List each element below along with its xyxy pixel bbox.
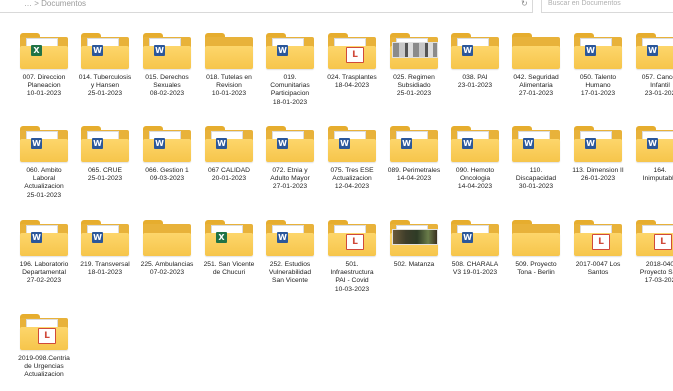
folder-icon: W — [81, 33, 129, 69]
folder-icon: W — [205, 126, 253, 162]
folder-icon: W — [512, 126, 560, 162]
word-file-icon: W — [647, 45, 658, 56]
folder-icon: W — [20, 126, 68, 162]
word-file-icon: W — [92, 138, 103, 149]
folder-label: 057. Cancer Infantil 23-01-202 — [641, 74, 673, 98]
folder-icon: L — [574, 220, 622, 256]
folder-label: 2019-098.Centria de Urgencias Actualizac… — [18, 355, 70, 379]
folder-label: 2018-040 Proyecto San 17-03-202 — [639, 261, 673, 285]
folder-label: 501. Infraestructura PAI - Covid 10-03-2… — [330, 261, 374, 293]
pdf-file-icon: L — [346, 47, 364, 63]
word-file-icon: W — [462, 232, 473, 243]
folder-icon: W — [81, 126, 129, 162]
folder-label: 060. Ambito Laboral Actualizacion 25-01-… — [24, 167, 64, 199]
folder-label: 508. CHARALA V3 19-01-2023 — [451, 261, 499, 277]
word-file-icon: W — [462, 138, 473, 149]
folder-icon: W — [143, 126, 191, 162]
folder-label: 065. CRUE 25-01-2023 — [87, 167, 123, 183]
folder-label: 075. Tres ESE Actualizacion 12-04-2023 — [330, 167, 374, 191]
pdf-file-icon: L — [654, 234, 672, 250]
word-file-icon: W — [31, 232, 42, 243]
word-file-icon: W — [154, 138, 165, 149]
folder-label: 219. Transversal 18-01-2023 — [80, 261, 130, 277]
folder-icon: W — [266, 33, 314, 69]
folder-label: 089. Perimetrales 14-04-2023 — [387, 167, 441, 183]
folder-icon: W — [143, 33, 191, 69]
word-file-icon: W — [339, 138, 350, 149]
folder-label: 019. Comunitarias Participacion 18-01-20… — [270, 74, 310, 106]
folder-label: 018. Tutelas en Revision 10-01-2023 — [206, 74, 252, 98]
folder-icon: W — [636, 33, 673, 69]
word-file-icon: W — [585, 138, 596, 149]
folder-icon: W — [266, 126, 314, 162]
folder-icon: W — [81, 220, 129, 256]
folder-icon: W — [328, 126, 376, 162]
excel-file-icon: X — [216, 232, 227, 243]
word-file-icon: W — [277, 138, 288, 149]
folder-icon: L — [636, 220, 673, 256]
pdf-file-icon: L — [346, 234, 364, 250]
excel-file-icon: X — [31, 45, 42, 56]
folder-icon — [512, 220, 560, 256]
folder-icon: W — [390, 126, 438, 162]
folder-icon: X — [205, 220, 253, 256]
folder-icon: W — [266, 220, 314, 256]
folder-label: 067 CALIDAD 20-01-2023 — [207, 167, 250, 183]
document-thumbnail-icon — [392, 42, 438, 58]
folder-icon: W — [451, 33, 499, 69]
folder-icon — [205, 33, 253, 69]
folder-label: 015. Derechos Sexuales 08-02-2023 — [145, 74, 189, 98]
folder-icon: L — [328, 220, 376, 256]
folder-icon: L — [20, 314, 68, 350]
pdf-file-icon: L — [38, 328, 56, 344]
folder-icon — [143, 220, 191, 256]
folder-label: 196. Laboratorio Departamental 27-02-202… — [19, 261, 69, 285]
folder-label: 024. Trasplantes 18-04-2023 — [327, 74, 377, 90]
folder-label: 025. Regimen Subsidiado 25-01-2023 — [393, 74, 435, 98]
folder-icon — [390, 220, 438, 256]
folder-icon: W — [451, 126, 499, 162]
folder-icon — [512, 33, 560, 69]
word-file-icon: W — [216, 138, 227, 149]
folder-icon: L — [328, 33, 376, 69]
folder-label: 090. Hemoto Oncologia 14-04-2023 — [455, 167, 495, 191]
folder-label: 007. Direccion Planeacion 10-01-2023 — [22, 74, 66, 98]
folder-label: 225. Ambulancias 07-02-2023 — [140, 261, 194, 277]
folder-grid: X 007. Direccion Planeacion 10-01-2023 W 01… — [0, 0, 673, 391]
folder-label: 164. Inimputable — [642, 167, 673, 183]
word-file-icon: W — [92, 232, 103, 243]
folder-label: 509. Proyecto Tona - Berlin — [515, 261, 557, 277]
photo-thumbnail-icon — [392, 229, 438, 245]
folder-icon: W — [451, 220, 499, 256]
folder-label: 113. Dimension II 26-01-2023 — [572, 167, 624, 183]
folder-label: 110. Discapacidad 30-01-2023 — [515, 167, 557, 191]
word-file-icon: W — [647, 138, 658, 149]
folder-label: 042. Seguridad Alimentaria 27-01-2023 — [513, 74, 559, 98]
folder-label: 066. Gestion 1 09-03-2023 — [145, 167, 189, 183]
word-file-icon: W — [523, 138, 534, 149]
folder-label: 502. Matanza — [393, 261, 435, 268]
folder-icon: W — [574, 33, 622, 69]
folder-label: 014. Tuberculosis y Hansen 25-01-2023 — [78, 74, 132, 98]
folder-icon: W — [20, 220, 68, 256]
folder-label: 050. Talento Humano 17-01-2023 — [579, 74, 617, 98]
folder-label: 252. Estudios Vulnerabilidad San Vicente — [268, 261, 312, 285]
folder-icon: X — [20, 33, 68, 69]
folder-icon: W — [636, 126, 673, 162]
folder-label: 038. PAI 23-01-2023 — [457, 74, 493, 90]
word-file-icon: W — [154, 45, 165, 56]
folder-icon — [390, 33, 438, 69]
folder-label: 2017-0047 Los Santos — [575, 261, 621, 277]
word-file-icon: W — [462, 45, 473, 56]
word-file-icon: W — [92, 45, 103, 56]
folder-label: 072. Etnia y Adulto Mayor 27-01-2023 — [270, 167, 310, 191]
pdf-file-icon: L — [592, 234, 610, 250]
word-file-icon: W — [31, 138, 42, 149]
folder-icon: W — [574, 126, 622, 162]
folder-label: 251. San Vicente de Chucuri — [203, 261, 255, 277]
word-file-icon: W — [585, 45, 596, 56]
word-file-icon: W — [277, 232, 288, 243]
word-file-icon: W — [401, 138, 412, 149]
word-file-icon: W — [277, 45, 288, 56]
